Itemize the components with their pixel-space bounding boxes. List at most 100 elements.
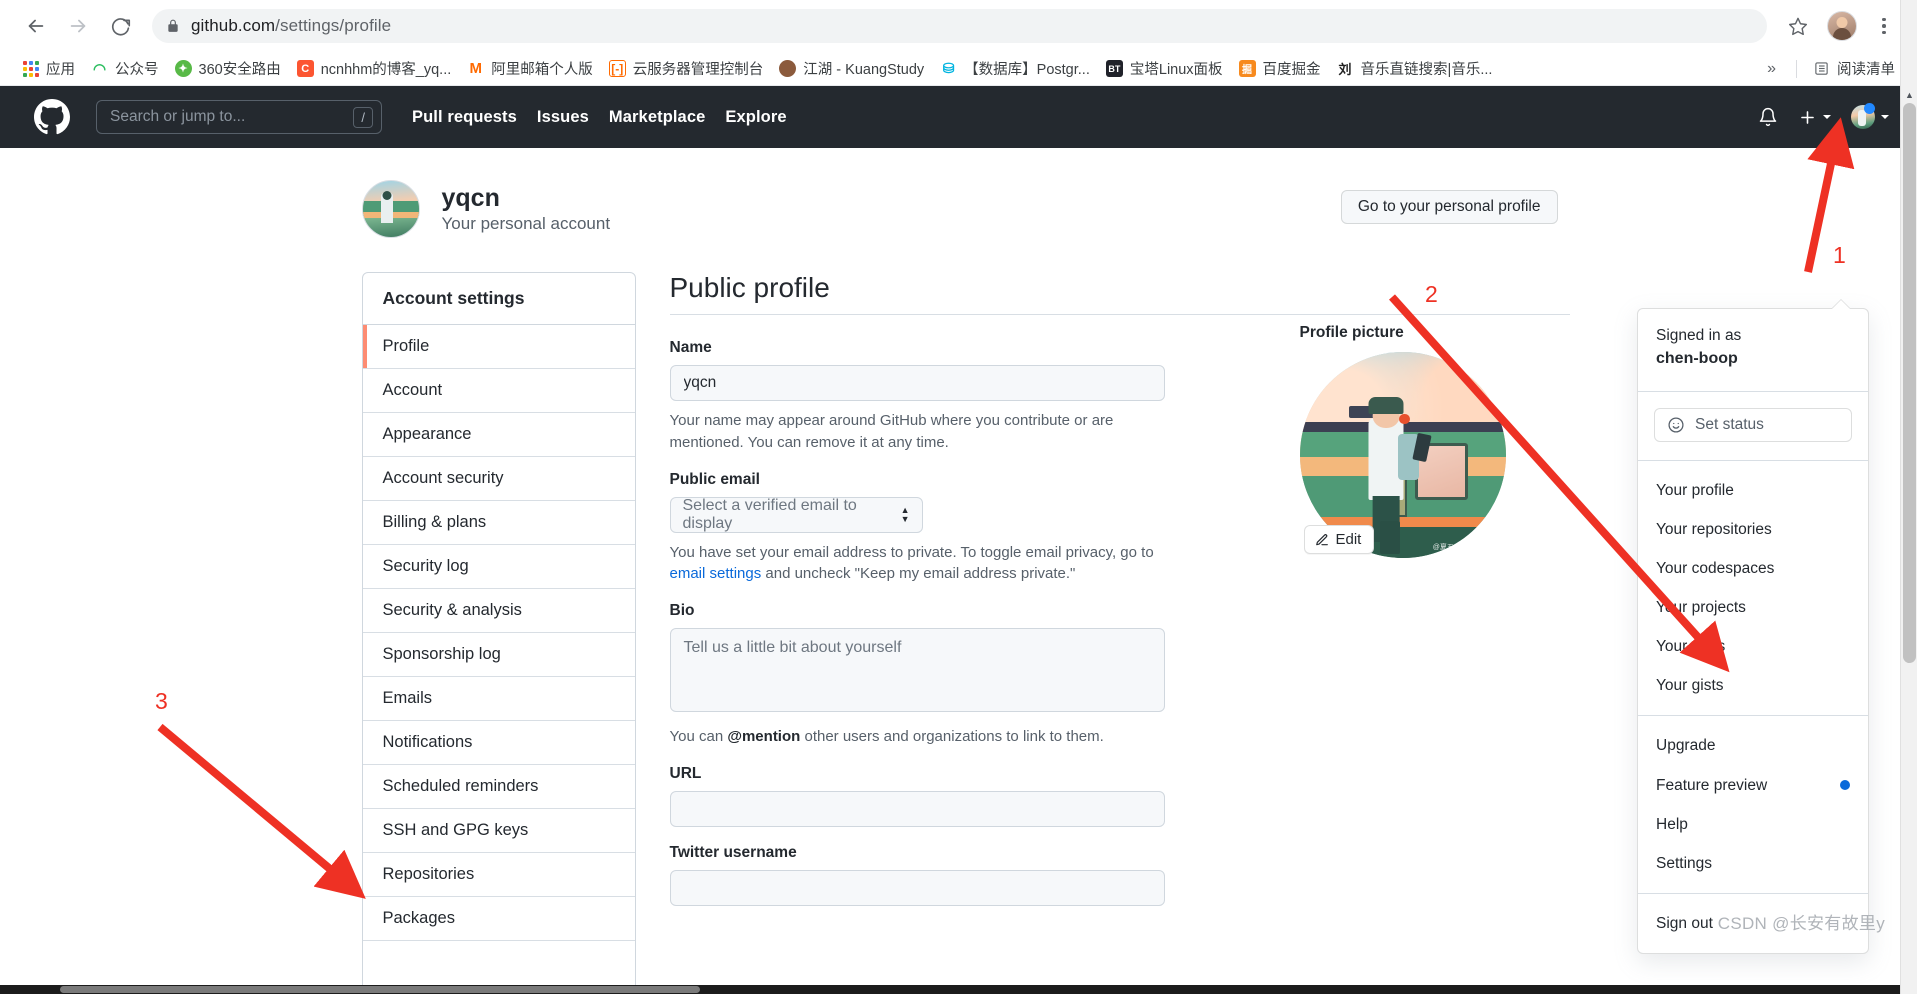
sidebar-item-appearance[interactable]: Appearance bbox=[362, 413, 635, 457]
sidebar-item-account-security[interactable]: Account security bbox=[362, 457, 635, 501]
edit-profile-picture-button[interactable]: Edit bbox=[1303, 525, 1375, 554]
menu-item-your-repositories[interactable]: Your repositories bbox=[1638, 510, 1868, 549]
set-status-button[interactable]: Set status bbox=[1654, 407, 1852, 442]
bookmark-database[interactable]: ⛁ 【数据库】Postgr... bbox=[932, 54, 1098, 83]
sidebar-item-emails[interactable]: Emails bbox=[362, 677, 635, 721]
annotation-number-1: 1 bbox=[1833, 242, 1846, 268]
sidebar-item-ssh-and-gpg-keys[interactable]: SSH and GPG keys bbox=[362, 809, 635, 853]
address-bar[interactable]: github.com/settings/profile bbox=[152, 9, 1767, 43]
github-search-box[interactable]: / bbox=[96, 100, 382, 134]
sidebar-item-billing-plans[interactable]: Billing & plans bbox=[362, 501, 635, 545]
avatar-notification-dot bbox=[1864, 103, 1875, 114]
menu-item-your-codespaces[interactable]: Your codespaces bbox=[1638, 549, 1868, 588]
name-input[interactable] bbox=[669, 365, 1165, 401]
annotation-number-3: 3 bbox=[155, 688, 168, 714]
bookmark-label: ncnhhm的博客_yq... bbox=[320, 62, 452, 78]
bookmark-aliyun[interactable]: [-] 云服务器管理控制台 bbox=[601, 54, 772, 83]
back-arrow-icon[interactable] bbox=[18, 8, 54, 44]
bookmark-music[interactable]: 刘 音乐直链搜索|音乐... bbox=[1329, 54, 1501, 83]
bookmark-wechat[interactable]: ◠ 公众号 bbox=[83, 54, 167, 83]
scrollbar-thumb[interactable] bbox=[1903, 103, 1916, 663]
create-new-menu[interactable] bbox=[1798, 108, 1831, 127]
plus-icon bbox=[1801, 110, 1814, 124]
bell-icon[interactable] bbox=[1758, 107, 1778, 127]
sidebar-item-notifications[interactable]: Notifications bbox=[362, 721, 635, 765]
menu-item-your-projects[interactable]: Your projects bbox=[1638, 588, 1868, 627]
forward-arrow-icon[interactable] bbox=[60, 8, 96, 44]
scroll-up-icon[interactable]: ▲ bbox=[1901, 86, 1917, 103]
sidebar-item-security-analysis[interactable]: Security & analysis bbox=[362, 589, 635, 633]
wechat-official-icon: ◠ bbox=[91, 60, 108, 78]
reload-icon[interactable] bbox=[102, 8, 138, 44]
reading-list-button[interactable]: 阅读清单 bbox=[1805, 54, 1903, 83]
sidebar-item-repositories[interactable]: Repositories bbox=[362, 853, 635, 897]
browser-profile-avatar[interactable] bbox=[1827, 11, 1857, 41]
horizontal-scrollbar-thumb[interactable] bbox=[60, 986, 700, 993]
twitter-field-block: Twitter username bbox=[669, 844, 1165, 906]
nav-explore[interactable]: Explore bbox=[725, 108, 786, 127]
menu-item-your-profile[interactable]: Your profile bbox=[1638, 471, 1868, 510]
bio-help-text: You can @mention other users and organiz… bbox=[670, 726, 1165, 748]
bookmark-alimail[interactable]: M 阿里邮箱个人版 bbox=[459, 54, 601, 83]
url-field-block: URL bbox=[669, 765, 1165, 827]
mail-icon: M bbox=[467, 60, 485, 77]
annotation-number-2: 2 bbox=[1425, 281, 1438, 307]
bookmark-btpanel[interactable]: BT 宝塔Linux面板 bbox=[1098, 54, 1231, 83]
kebab-menu-icon[interactable] bbox=[1869, 9, 1899, 43]
sidebar-title: Account settings bbox=[362, 273, 635, 325]
bookmark-label: 音乐直链搜索|音乐... bbox=[1360, 62, 1493, 78]
star-icon[interactable] bbox=[1781, 9, 1815, 43]
bio-help-mention: @mention bbox=[727, 728, 801, 745]
menu-item-label: Feature preview bbox=[1656, 776, 1768, 794]
menu-item-help[interactable]: Help bbox=[1638, 805, 1868, 844]
email-help-text: You have set your email address to priva… bbox=[670, 542, 1165, 586]
bookmark-apps[interactable]: 应用 bbox=[14, 54, 83, 83]
sidebar-item-packages[interactable]: Packages bbox=[362, 897, 635, 941]
github-header: / Pull requests Issues Marketplace Explo… bbox=[0, 86, 1917, 148]
bookmark-label: 云服务器管理控制台 bbox=[632, 62, 764, 78]
url-input[interactable] bbox=[669, 790, 1165, 827]
signed-in-username: chen-boop bbox=[1656, 350, 1738, 368]
bookmark-label: 【数据库】Postgr... bbox=[964, 62, 1090, 78]
sidebar-item-scheduled-reminders[interactable]: Scheduled reminders bbox=[362, 765, 635, 809]
url-text: github.com/settings/profile bbox=[191, 16, 391, 36]
email-help-line2: and uncheck "Keep my email address priva… bbox=[765, 565, 1076, 583]
sidebar-item-account[interactable]: Account bbox=[362, 369, 635, 413]
bookmark-kuangstudy[interactable]: 江湖 - KuangStudy bbox=[771, 54, 932, 83]
nav-issues[interactable]: Issues bbox=[537, 108, 589, 127]
profile-picture-panel: Profile picture @夏五sunny Edit bbox=[1299, 324, 1570, 558]
bio-textarea[interactable] bbox=[669, 628, 1165, 712]
go-to-personal-profile-button[interactable]: Go to your personal profile bbox=[1340, 190, 1558, 224]
bookmark-csdn[interactable]: C ncnhhm的博客_yq... bbox=[289, 54, 460, 83]
menu-item-upgrade[interactable]: Upgrade bbox=[1638, 726, 1868, 765]
aliyun-icon: [-] bbox=[608, 60, 626, 77]
horizontal-scrollbar[interactable] bbox=[0, 985, 1900, 994]
bookmark-label: 应用 bbox=[46, 62, 75, 78]
user-avatar-menu[interactable] bbox=[1851, 103, 1889, 129]
sidebar-item-sponsorship-log[interactable]: Sponsorship log bbox=[362, 633, 635, 677]
page-scrollbar[interactable]: ▲ bbox=[1900, 0, 1917, 994]
bio-help-pre: You can bbox=[669, 728, 728, 745]
database-icon: ⛁ bbox=[940, 60, 958, 77]
name-label: Name bbox=[669, 339, 712, 356]
bookmark-juejin[interactable]: 掘 百度掘金 bbox=[1231, 54, 1329, 83]
sidebar-item-security-log[interactable]: Security log bbox=[362, 545, 635, 589]
nav-pull-requests[interactable]: Pull requests bbox=[412, 108, 517, 127]
public-email-select[interactable]: Select a verified email to display ▲ ▼ bbox=[669, 496, 923, 533]
menu-item-feature-preview[interactable]: Feature preview bbox=[1638, 766, 1868, 805]
github-mark-icon[interactable] bbox=[34, 99, 70, 135]
bookmark-360[interactable]: ✦ 360安全路由 bbox=[167, 54, 289, 83]
bookmarks-overflow-icon[interactable]: » bbox=[1755, 60, 1788, 78]
search-input[interactable] bbox=[110, 108, 354, 126]
twitter-username-input[interactable] bbox=[669, 869, 1165, 906]
sidebar-item-profile[interactable]: Profile bbox=[362, 325, 635, 369]
email-settings-link[interactable]: email settings bbox=[670, 565, 762, 582]
nav-marketplace[interactable]: Marketplace bbox=[609, 108, 705, 127]
menu-item-settings[interactable]: Settings bbox=[1638, 844, 1868, 883]
bio-label: Bio bbox=[669, 602, 695, 619]
account-identity: yqcn Your personal account bbox=[442, 184, 611, 235]
kuangstudy-icon bbox=[779, 60, 797, 77]
menu-item-your-gists[interactable]: Your gists bbox=[1638, 666, 1868, 705]
profile-picture-label: Profile picture bbox=[1299, 324, 1404, 341]
menu-item-your-stars[interactable]: Your stars bbox=[1638, 627, 1868, 666]
